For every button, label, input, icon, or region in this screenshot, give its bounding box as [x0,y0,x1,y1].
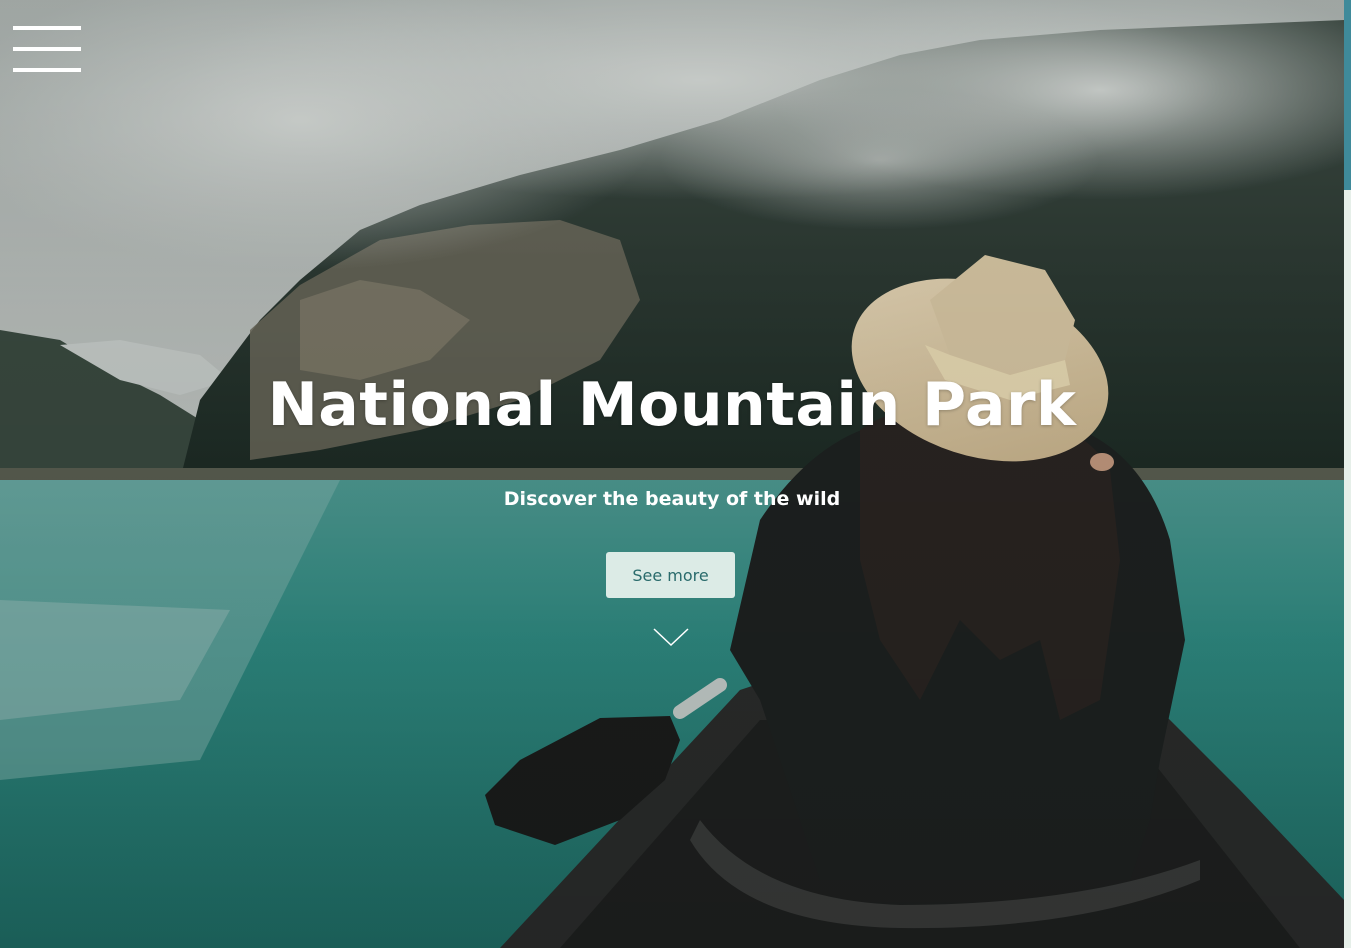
hero-background-image [0,0,1344,948]
page-viewport: National Mountain Park Discover the beau… [0,0,1351,948]
menu-bar-bottom [13,68,81,72]
page-scrollbar[interactable] [1344,0,1351,948]
hero-subtitle: Discover the beauty of the wild [503,488,841,510]
hero-section: National Mountain Park Discover the beau… [0,0,1344,948]
scrollbar-thumb[interactable] [1344,0,1351,190]
menu-bar-top [13,26,81,30]
hamburger-menu-icon[interactable] [13,26,81,74]
chevron-down-icon[interactable] [653,627,689,647]
menu-bar-middle [13,47,81,51]
hero-title: National Mountain Park [267,370,1077,440]
see-more-button[interactable]: See more [606,552,735,598]
